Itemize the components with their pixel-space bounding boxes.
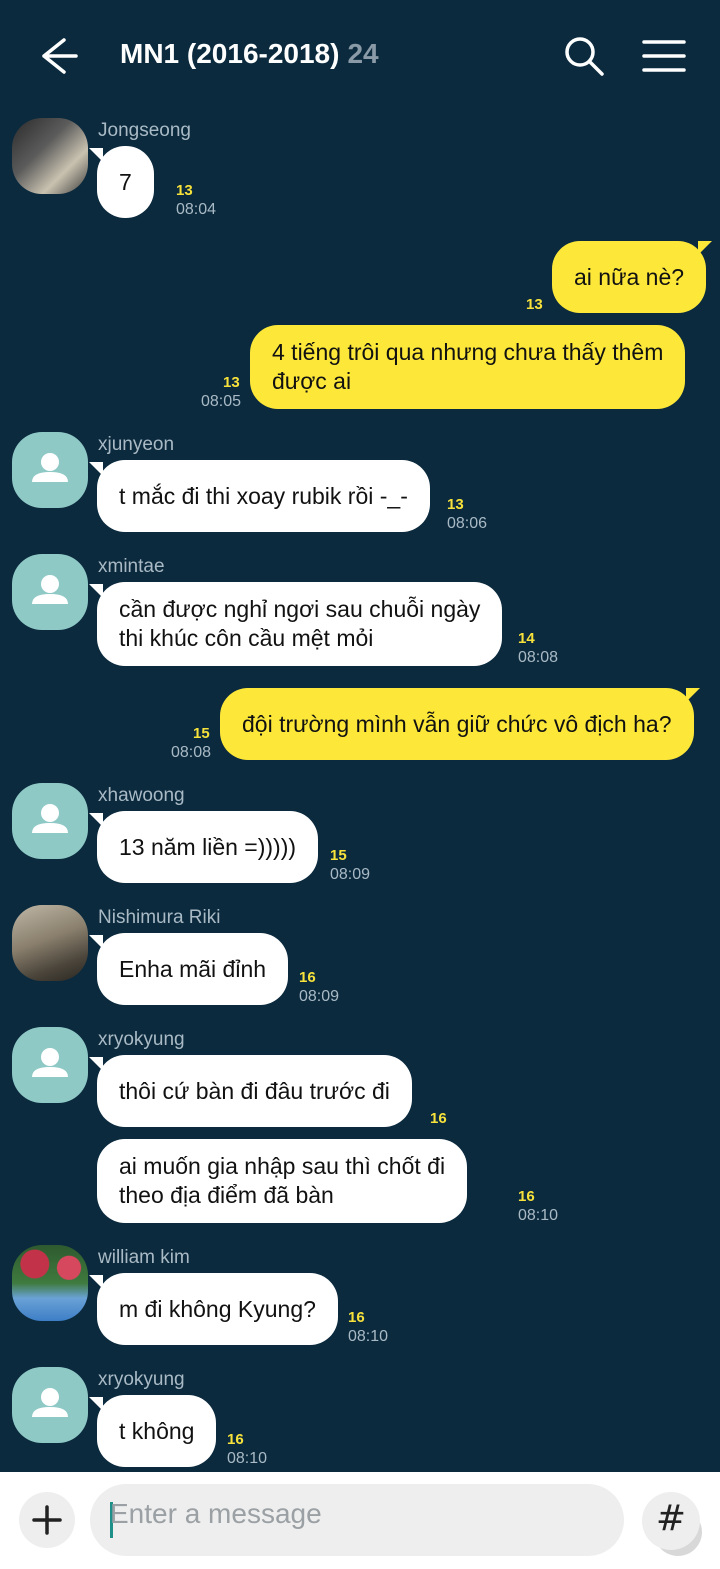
sender-name: william kim — [98, 1247, 190, 1268]
message-bubble[interactable]: m đi không Kyung? — [89, 1273, 338, 1345]
search-icon — [565, 37, 604, 76]
message-time: 08:08 — [518, 649, 559, 666]
member-count: 24 — [347, 38, 379, 69]
arrow-left-icon — [42, 38, 78, 74]
menu-icon — [642, 40, 686, 72]
hashtag-button[interactable]: # — [642, 1492, 700, 1550]
message-text: 7 — [119, 168, 132, 195]
message-input-wrapper[interactable]: Enter a message — [90, 1484, 702, 1556]
message-bubble[interactable]: t mắc đi thi xoay rubik rồi -_- — [89, 460, 430, 532]
message-time: 08:10 — [518, 1207, 559, 1224]
sender-name: xhawoong — [98, 785, 185, 806]
unread-count: 13 — [447, 496, 464, 513]
message-text-line: được ai — [272, 368, 352, 394]
unread-count: 16 — [227, 1431, 244, 1448]
message-bubble-own[interactable]: đội trường mình vẫn giữ chức vô địch ha? — [220, 688, 699, 760]
message-bubble[interactable]: t không — [88, 1395, 217, 1467]
unread-count: 13 — [526, 296, 543, 313]
message-time: 08:04 — [176, 201, 217, 218]
avatar-xmintae[interactable] — [12, 554, 88, 630]
message-time: 08:09 — [330, 866, 371, 883]
unread-count: 13 — [176, 182, 193, 199]
message-text: m đi không Kyung? — [119, 1295, 316, 1322]
message-time: 08:09 — [299, 988, 340, 1005]
message-time: 08:06 — [447, 515, 488, 532]
default-avatar-icon — [32, 1048, 68, 1077]
message-bubble-own[interactable]: ai nữa nè? — [552, 241, 713, 313]
unread-count: 15 — [330, 847, 347, 864]
avatar-xryokyung[interactable] — [12, 1367, 88, 1443]
unread-count: 16 — [430, 1110, 447, 1127]
avatar-william-kim[interactable] — [12, 1245, 88, 1321]
message-text: ai nữa nè? — [574, 263, 685, 290]
unread-count: 16 — [348, 1309, 365, 1326]
default-avatar-icon — [32, 453, 68, 482]
unread-count: 13 — [223, 374, 240, 391]
avatar-xhawoong[interactable] — [12, 783, 88, 859]
unread-count: 16 — [518, 1188, 535, 1205]
message-bubble[interactable]: thôi cứ bàn đi đâu trước đi — [89, 1055, 412, 1127]
message-text-line: 4 tiếng trôi qua nhưng chưa thấy thêm — [272, 339, 664, 365]
back-button[interactable] — [34, 34, 82, 78]
message-text: t không — [119, 1417, 195, 1444]
unread-count: 16 — [299, 969, 316, 986]
message-text: thôi cứ bàn đi đâu trước đi — [119, 1077, 390, 1104]
message-time: 08:05 — [201, 393, 242, 410]
message-text: 13 năm liền =))))) — [119, 833, 297, 860]
sender-name: xryokyung — [98, 1369, 185, 1390]
message-bubble[interactable]: Enha mãi đỉnh — [88, 933, 289, 1005]
hashtag-icon: # — [655, 1498, 687, 1539]
message-time: 08:08 — [171, 744, 212, 761]
avatar-xjunyeon[interactable] — [12, 432, 88, 508]
search-button[interactable] — [562, 34, 606, 78]
avatar-jongseong[interactable] — [12, 118, 88, 194]
message-bubble[interactable]: cần được nghỉ ngơi sau chuỗi ngày thi kh… — [88, 582, 503, 666]
default-avatar-icon — [32, 804, 68, 833]
message-bubble[interactable]: ai muốn gia nhập sau thì chốt đi theo đị… — [97, 1139, 468, 1223]
message-text-line: ai muốn gia nhập sau thì chốt đi — [119, 1153, 446, 1179]
message-text: Enha mãi đỉnh — [119, 955, 267, 982]
message-input-bar: Enter a message # — [0, 1472, 720, 1569]
message-bubble-own[interactable]: 4 tiếng trôi qua nhưng chưa thấy thêm đư… — [250, 325, 686, 409]
message-text: đội trường mình vẫn giữ chức vô địch ha? — [242, 710, 672, 737]
message-text-line: cần được nghỉ ngơi sau chuỗi ngày — [119, 596, 481, 622]
message-text: t mắc đi thi xoay rubik rồi -_- — [119, 482, 408, 509]
chat-title: MN1 (2016-2018) 24 — [120, 38, 379, 70]
sender-name: Jongseong — [98, 120, 191, 141]
chat-name: MN1 (2016-2018) — [120, 38, 340, 69]
sender-name: xmintae — [98, 556, 165, 577]
sender-name: xryokyung — [98, 1029, 185, 1050]
plus-icon — [32, 1505, 62, 1535]
message-input[interactable]: Enter a message — [110, 1498, 322, 1530]
unread-count: 14 — [518, 630, 535, 647]
message-list[interactable]: Jongseong 7 13 08:04 ai nữa nè? 13 4 tiế… — [0, 112, 720, 1472]
chat-header: MN1 (2016-2018) 24 — [0, 0, 720, 112]
message-bubble[interactable]: 13 năm liền =))))) — [88, 811, 319, 883]
default-avatar-icon — [32, 1388, 68, 1417]
avatar-nishimura-riki[interactable] — [12, 905, 88, 981]
default-avatar-icon — [32, 575, 68, 604]
sender-name: Nishimura Riki — [98, 907, 221, 928]
sender-name: xjunyeon — [98, 434, 175, 455]
avatar-xryokyung[interactable] — [12, 1027, 88, 1103]
message-bubble[interactable]: 7 — [89, 146, 154, 218]
message-text-line: theo địa điểm đã bàn — [119, 1182, 334, 1208]
menu-button[interactable] — [642, 36, 686, 76]
unread-count: 15 — [193, 725, 210, 742]
message-text-line: thi khúc côn cầu mệt mỏi — [119, 625, 374, 651]
message-time: 08:10 — [227, 1450, 268, 1467]
message-time: 08:10 — [348, 1328, 389, 1345]
attach-button[interactable] — [19, 1492, 75, 1548]
